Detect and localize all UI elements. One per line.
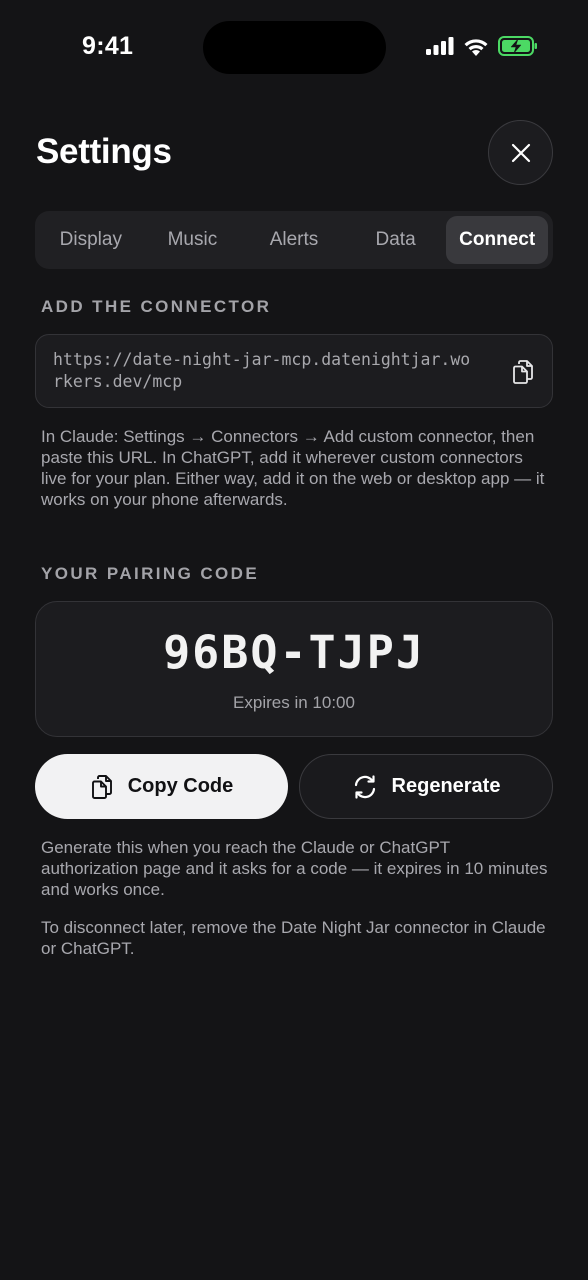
status-time: 9:41 <box>82 32 134 60</box>
close-icon <box>511 143 530 162</box>
tab-connect[interactable]: Connect <box>446 216 548 264</box>
settings-tabs: Display Music Alerts Data Connect <box>35 211 553 269</box>
copy-code-label: Copy Code <box>127 775 234 797</box>
tab-display[interactable]: Display <box>40 216 142 264</box>
signal-icon <box>426 37 454 55</box>
page-title: Settings <box>36 132 172 171</box>
section-label-connector: ADD THE CONNECTOR <box>41 297 272 316</box>
dynamic-island <box>203 21 386 74</box>
tab-data[interactable]: Data <box>345 216 447 264</box>
regenerate-button[interactable]: Regenerate <box>299 754 553 819</box>
battery-charging-icon <box>498 36 537 56</box>
tab-music[interactable]: Music <box>142 216 244 264</box>
copy-code-button[interactable]: Copy Code <box>35 754 288 819</box>
status-bar: 9:41 <box>0 0 588 96</box>
tab-alerts[interactable]: Alerts <box>243 216 345 264</box>
pairing-code: 96BQ-TJPJ <box>163 626 425 679</box>
status-icons <box>426 36 538 56</box>
connector-url[interactable]: https://date-night-jar-mcp.datenightjar.… <box>53 349 473 393</box>
wifi-icon <box>464 38 488 56</box>
copy-icon <box>513 360 533 384</box>
refresh-icon <box>354 774 375 799</box>
pairing-code-card: 96BQ-TJPJ Expires in 10:00 <box>35 601 553 737</box>
regenerate-label: Regenerate <box>391 775 501 797</box>
connector-url-box: https://date-night-jar-mcp.datenightjar.… <box>35 334 553 408</box>
connector-instructions: In Claude: Settings → Connectors → Add c… <box>41 427 545 509</box>
pairing-help-text: Generate this when you reach the Claude … <box>41 838 548 899</box>
close-button[interactable] <box>488 120 553 185</box>
code-expiry: Expires in 10:00 <box>233 693 355 712</box>
copy-icon <box>91 774 112 799</box>
section-label-pairing: YOUR PAIRING CODE <box>41 564 260 583</box>
copy-url-button[interactable] <box>511 359 535 385</box>
disconnect-text: To disconnect later, remove the Date Nig… <box>41 918 546 958</box>
